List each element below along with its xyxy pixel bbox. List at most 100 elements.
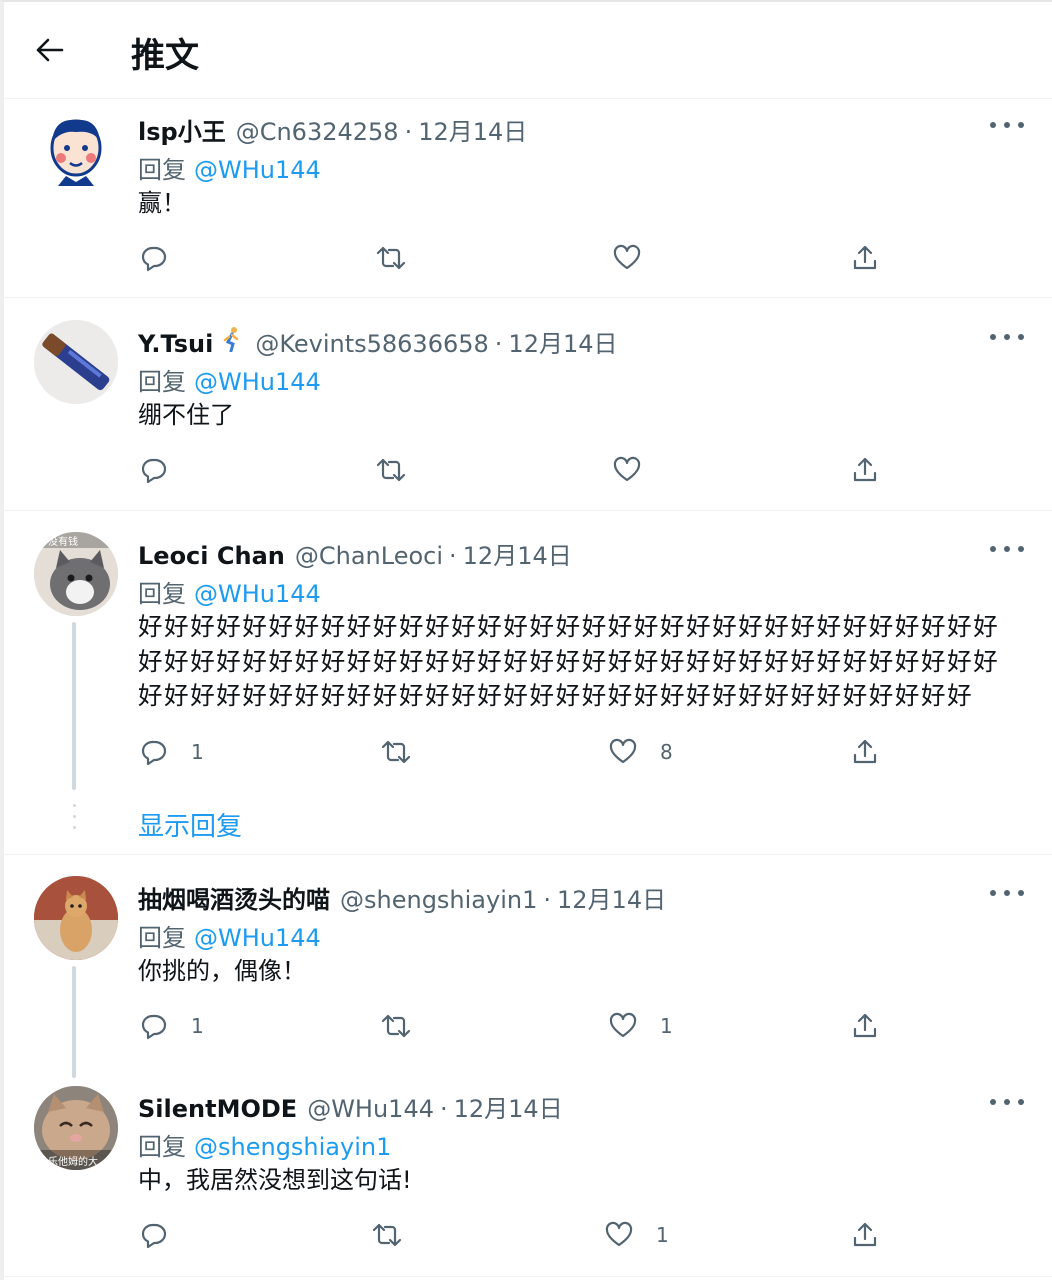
separator: · xyxy=(543,886,552,914)
retweet-button[interactable] xyxy=(381,734,411,770)
vape-photo-avatar-icon xyxy=(34,320,118,404)
like-button[interactable]: 8 xyxy=(608,734,673,770)
user-handle[interactable]: @WHu144 xyxy=(307,1095,434,1123)
avatar[interactable]: 乐他姆的大 xyxy=(34,1086,118,1170)
divider xyxy=(4,1276,1052,1277)
reply-button[interactable] xyxy=(139,452,169,488)
reply-prefix: 回复 xyxy=(138,924,186,952)
mention-link[interactable]: @shengshiayin1 xyxy=(194,1133,391,1161)
like-button[interactable] xyxy=(612,240,642,276)
mention-link[interactable]: @WHu144 xyxy=(194,924,321,952)
share-icon xyxy=(853,739,877,764)
retweet-button[interactable] xyxy=(372,1217,402,1253)
like-icon xyxy=(613,244,641,270)
reply-context: 回复 @WHu144 xyxy=(138,362,321,397)
more-icon xyxy=(990,122,996,128)
retweet-button[interactable] xyxy=(376,452,406,488)
more-icon xyxy=(990,1099,996,1105)
retweet-icon xyxy=(381,1014,411,1038)
share-button[interactable] xyxy=(850,1217,880,1253)
tweet-date[interactable]: 12月14日 xyxy=(418,112,527,147)
display-name[interactable]: SilentMODE xyxy=(138,1095,297,1123)
more-options-button[interactable] xyxy=(990,883,1024,903)
divider xyxy=(4,854,1052,855)
thread-gap-dots xyxy=(73,804,76,837)
separator: · xyxy=(404,118,413,146)
show-replies-link[interactable]: 显示回复 xyxy=(138,806,242,843)
more-options-button[interactable] xyxy=(990,115,1024,135)
reply-context: 回复 @WHu144 xyxy=(138,574,321,609)
retweet-icon xyxy=(376,246,406,270)
header: 推文 xyxy=(0,0,1052,100)
reply-button[interactable]: 1 xyxy=(139,734,204,770)
tweet-header: Leoci Chan @ChanLeoci · 12月14日 xyxy=(138,536,572,571)
more-options-button[interactable] xyxy=(990,1092,1024,1112)
display-name[interactable]: Leoci Chan xyxy=(138,542,285,570)
like-button[interactable]: 1 xyxy=(604,1217,669,1253)
display-name[interactable]: Y.Tsui xyxy=(138,330,213,358)
reply-context: 回复 @shengshiayin1 xyxy=(138,1127,391,1162)
more-options-button[interactable] xyxy=(990,327,1024,347)
retweet-button[interactable] xyxy=(381,1008,411,1044)
tweet-date[interactable]: 12月14日 xyxy=(454,1089,563,1124)
display-name[interactable]: lsp小王 xyxy=(138,112,226,147)
separator: · xyxy=(494,330,503,358)
divider xyxy=(4,98,1052,99)
share-button[interactable] xyxy=(850,1008,880,1044)
share-button[interactable] xyxy=(850,240,880,276)
reply-icon xyxy=(141,458,167,484)
tweet-date[interactable]: 12月14日 xyxy=(508,324,617,359)
share-icon xyxy=(853,245,877,270)
retweet-button[interactable] xyxy=(376,240,406,276)
reply-icon xyxy=(141,1223,167,1249)
avatar[interactable] xyxy=(34,320,118,404)
display-name[interactable]: 抽烟喝酒烫头的喵 xyxy=(138,880,330,915)
avatar[interactable]: 没有钱 xyxy=(34,532,118,616)
tweet-actions xyxy=(0,240,1052,276)
tweet-date[interactable]: 12月14日 xyxy=(557,880,666,915)
user-handle[interactable]: @shengshiayin1 xyxy=(340,886,537,914)
like-count: 8 xyxy=(660,740,673,764)
like-button[interactable]: 1 xyxy=(608,1008,673,1044)
share-icon xyxy=(853,457,877,482)
like-count: 1 xyxy=(660,1014,673,1038)
mention-link[interactable]: @WHu144 xyxy=(194,156,321,184)
mention-link[interactable]: @WHu144 xyxy=(194,368,321,396)
retweet-icon xyxy=(381,740,411,764)
avatar[interactable] xyxy=(34,108,118,192)
more-icon xyxy=(990,890,996,896)
like-icon xyxy=(609,1012,637,1038)
tweet-header: lsp小王 @Cn6324258 · 12月14日 xyxy=(138,112,527,147)
user-handle[interactable]: @Kevints58636658 xyxy=(255,330,488,358)
retweet-icon xyxy=(372,1223,402,1247)
user-handle[interactable]: @Cn6324258 xyxy=(236,118,399,146)
mention-link[interactable]: @WHu144 xyxy=(194,580,321,608)
reply-button[interactable]: 1 xyxy=(139,1008,204,1044)
back-button[interactable] xyxy=(30,32,70,68)
divider xyxy=(4,510,1052,511)
avatar[interactable] xyxy=(34,876,118,960)
more-icon xyxy=(990,334,996,340)
avatar-caption: 乐他姆的大 xyxy=(48,1157,98,1168)
reply-button[interactable] xyxy=(139,240,169,276)
divider xyxy=(4,297,1052,298)
tweet-date[interactable]: 12月14日 xyxy=(463,536,572,571)
reply-count: 1 xyxy=(191,1014,204,1038)
tweet-text: 绷不住了 xyxy=(138,401,234,429)
reply-button[interactable] xyxy=(139,1217,169,1253)
avatar-caption: 没有钱 xyxy=(48,537,78,548)
reply-prefix: 回复 xyxy=(138,1133,186,1161)
like-button[interactable] xyxy=(612,452,642,488)
more-options-button[interactable] xyxy=(990,539,1024,559)
share-button[interactable] xyxy=(850,734,880,770)
reply-icon xyxy=(141,246,167,272)
reply-context: 回复 @WHu144 xyxy=(138,150,321,185)
share-button[interactable] xyxy=(850,452,880,488)
page-title: 推文 xyxy=(131,36,199,76)
reply-prefix: 回复 xyxy=(138,368,186,396)
user-handle[interactable]: @ChanLeoci xyxy=(295,542,443,570)
reply-icon xyxy=(141,740,167,766)
tweet-actions xyxy=(0,452,1052,488)
reply-icon xyxy=(141,1014,167,1040)
tweet-actions: 1 8 xyxy=(0,734,1052,770)
